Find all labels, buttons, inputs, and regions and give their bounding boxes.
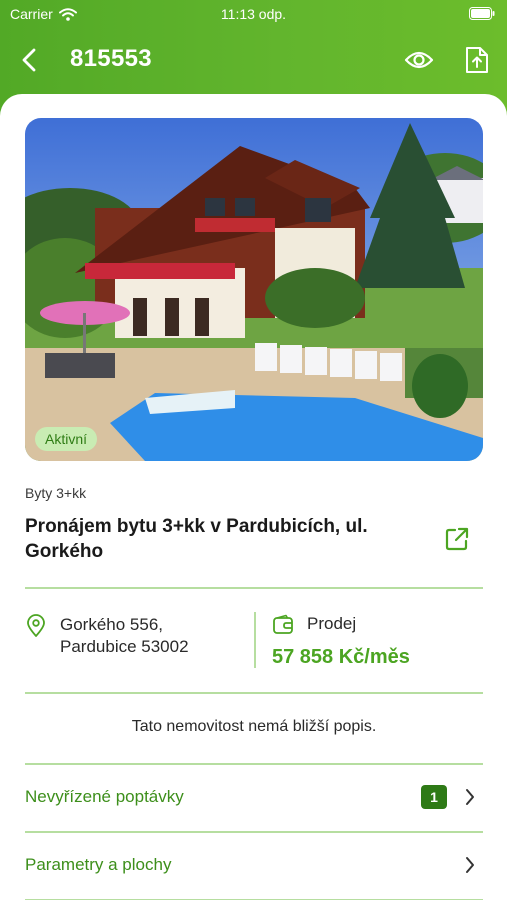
external-link-icon (445, 527, 469, 551)
chevron-right-icon (466, 789, 474, 805)
price: 57 858 Kč/měs (272, 646, 410, 668)
status-time: 11:13 odp. (220, 6, 287, 22)
vertical-divider (254, 612, 256, 668)
property-description: Tato nemovitost nemá bližší popis. (131, 718, 377, 735)
file-export-icon (466, 47, 488, 73)
address-street: Gorkého 556, (60, 615, 164, 634)
back-arrow-icon (22, 48, 36, 72)
detail-sheet: Aktivní Byty 3+kk Pronájem bytu 3+kk v P… (0, 94, 507, 900)
preview-button[interactable] (402, 46, 436, 74)
status-bar: Carrier 11:13 odp. (0, 0, 507, 28)
open-external-button[interactable] (442, 524, 472, 554)
pending-inquiries-label: Nevyřízené poptávky (25, 787, 184, 806)
pending-inquiries-count: 1 (421, 785, 447, 809)
property-title: Pronájem bytu 3+kk v Pardubicích, ul. Go… (25, 516, 368, 562)
parameters-label: Parametry a plochy (25, 855, 172, 874)
property-image (25, 118, 483, 461)
deal-type: Prodej (307, 614, 357, 633)
battery-icon (469, 7, 495, 20)
export-button[interactable] (461, 44, 493, 76)
divider (25, 692, 483, 694)
status-badge: Aktivní (35, 427, 98, 451)
chevron-right-icon (466, 857, 474, 873)
location-pin-icon (27, 614, 45, 637)
parameters-row[interactable]: Parametry a plochy (25, 832, 483, 898)
address-city: Pardubice 53002 (60, 637, 189, 656)
page-title: 815553 (70, 45, 152, 72)
property-address: Gorkého 556, Pardubice 53002 (60, 614, 189, 658)
eye-icon (404, 51, 434, 69)
property-photo[interactable]: Aktivní (25, 118, 483, 461)
divider (25, 587, 483, 589)
back-button[interactable] (14, 44, 44, 76)
property-category: Byty 3+kk (25, 485, 87, 501)
navigation-bar: 815553 (0, 36, 507, 84)
pending-inquiries-row[interactable]: Nevyřízené poptávky 1 (25, 764, 483, 830)
wallet-icon (273, 614, 293, 634)
